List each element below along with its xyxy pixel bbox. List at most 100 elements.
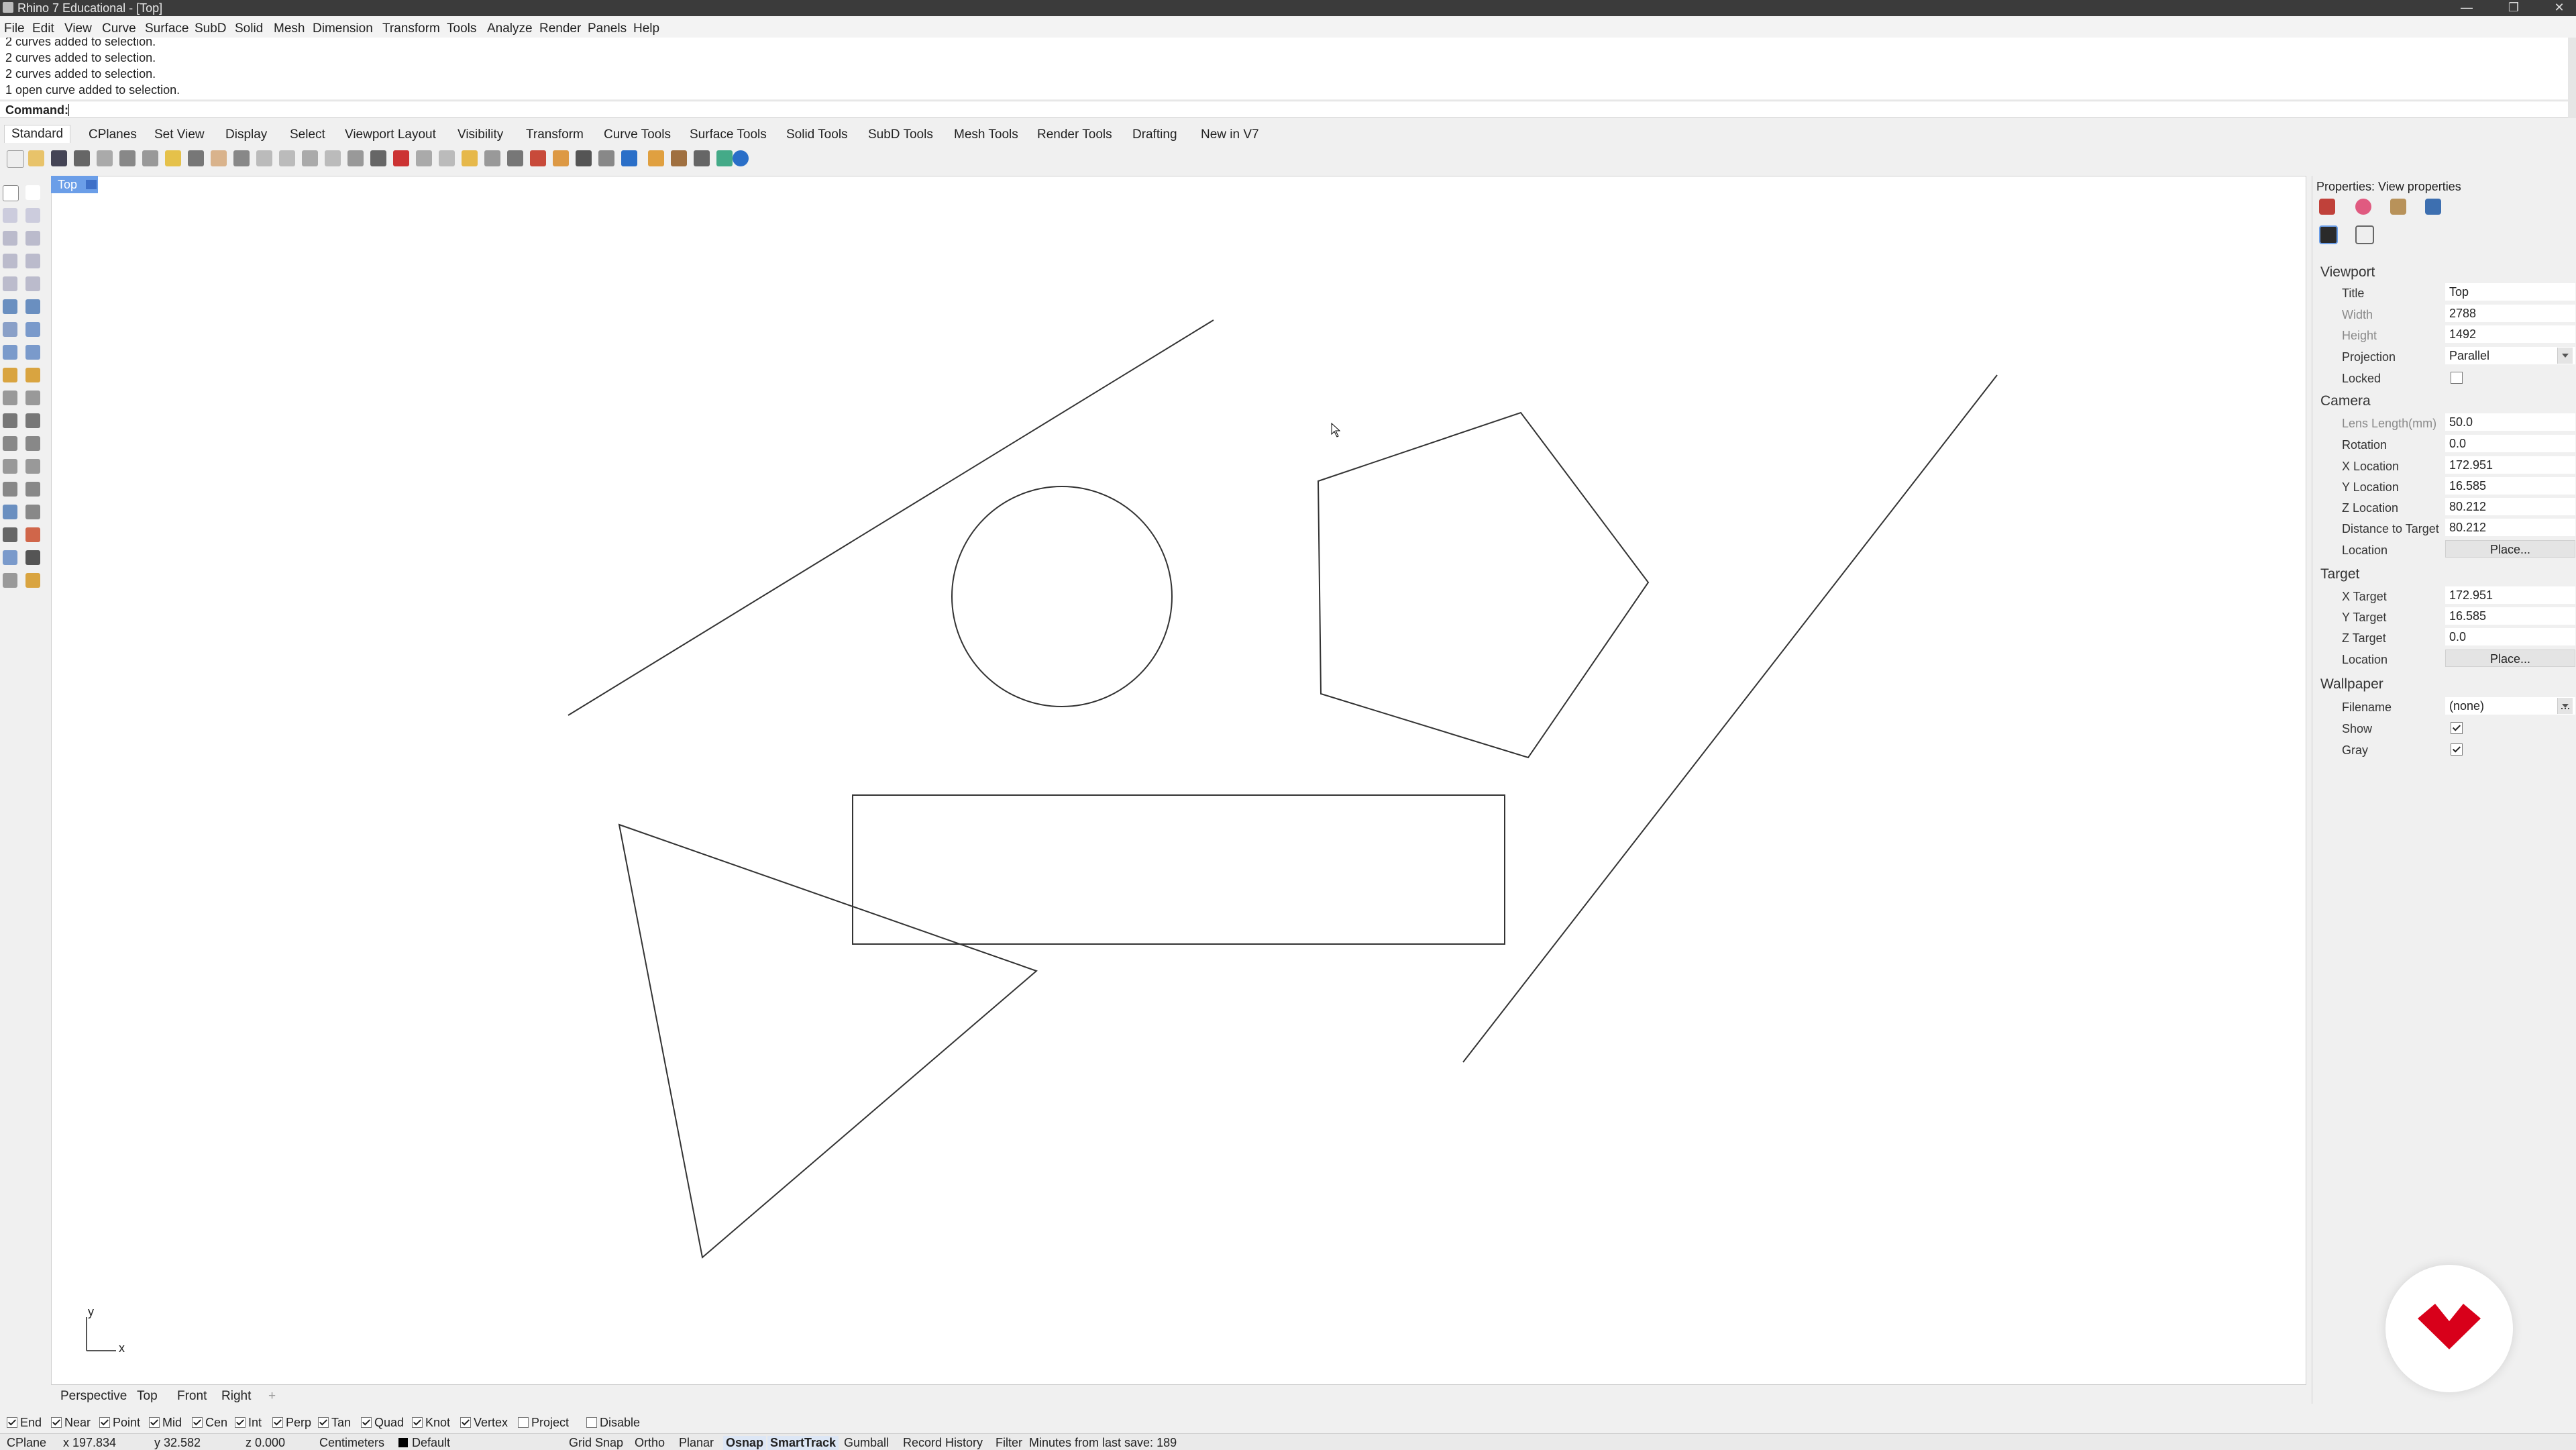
osnap-checkbox[interactable]	[192, 1417, 203, 1428]
diagonal-line-right[interactable]	[1462, 374, 1998, 1063]
browse-button[interactable]: ...	[2557, 698, 2573, 714]
menu-view[interactable]: View	[64, 21, 92, 36]
gray-checkbox[interactable]	[2451, 743, 2463, 756]
history-scrollbar[interactable]	[2568, 38, 2576, 118]
triangle-curve[interactable]	[618, 823, 1038, 1259]
menu-panels[interactable]: Panels	[588, 21, 627, 36]
menu-edit[interactable]: Edit	[32, 21, 54, 36]
light-icon[interactable]	[3, 368, 17, 382]
measure-icon[interactable]	[25, 527, 40, 542]
gumball-toggle[interactable]: Gumball	[844, 1436, 889, 1450]
menu-transform[interactable]: Transform	[382, 21, 440, 36]
osnap-vertex[interactable]: Vertex	[460, 1416, 508, 1430]
tab-standard[interactable]: Standard	[4, 125, 71, 143]
osnap-checkbox[interactable]	[51, 1417, 62, 1428]
target-place-button[interactable]: Place...	[2445, 650, 2575, 667]
text-icon[interactable]	[25, 391, 40, 405]
x-location-field[interactable]: 172.951	[2445, 456, 2575, 474]
pentagon-curve[interactable]	[1317, 411, 1650, 759]
osnap-knot[interactable]: Knot	[412, 1416, 450, 1430]
viewport-props-icon[interactable]	[2355, 225, 2374, 244]
osnap-mid[interactable]: Mid	[149, 1416, 182, 1430]
osnap-checkbox[interactable]	[272, 1417, 283, 1428]
tab-surface-tools[interactable]: Surface Tools	[690, 127, 767, 142]
osnap-end[interactable]: End	[7, 1416, 42, 1430]
tab-cplanes[interactable]: CPlanes	[89, 127, 137, 142]
subd-icon[interactable]	[25, 345, 40, 360]
dimension-icon[interactable]	[3, 391, 17, 405]
status-cplane[interactable]: CPlane	[7, 1436, 46, 1450]
mesh-icon[interactable]	[3, 345, 17, 360]
circle-curve[interactable]	[951, 486, 1173, 707]
x-target-field[interactable]: 172.951	[2445, 586, 2575, 604]
tab-right[interactable]: Right	[221, 1389, 251, 1404]
osnap-int[interactable]: Int	[235, 1416, 262, 1430]
zoom-selected-icon[interactable]	[325, 150, 341, 166]
osnap-quad[interactable]: Quad	[361, 1416, 404, 1430]
add-tab-icon[interactable]: +	[268, 1389, 276, 1404]
tab-select[interactable]: Select	[290, 127, 325, 142]
layout-icon[interactable]	[25, 505, 40, 519]
osnap-checkbox[interactable]	[235, 1417, 246, 1428]
copy-tool-icon[interactable]	[25, 413, 40, 428]
record-history-toggle[interactable]: Record History	[903, 1436, 983, 1450]
title-field[interactable]: Top	[2445, 283, 2575, 301]
tab-perspective[interactable]: Perspective	[60, 1389, 127, 1404]
new-file-icon[interactable]	[7, 150, 24, 168]
camera-place-button[interactable]: Place...	[2445, 540, 2575, 558]
solid-box-icon[interactable]	[3, 322, 17, 337]
projection-select[interactable]: Parallel	[2445, 347, 2575, 364]
osnap-toggle[interactable]: Osnap	[723, 1436, 767, 1450]
paste-icon[interactable]	[165, 150, 181, 166]
lock-icon[interactable]	[462, 150, 478, 166]
ortho-toggle[interactable]: Ortho	[635, 1436, 665, 1450]
print-icon[interactable]	[74, 150, 90, 166]
menu-dimension[interactable]: Dimension	[313, 21, 373, 36]
show-checkbox[interactable]	[2451, 722, 2463, 734]
osnap-project[interactable]: Project	[518, 1416, 569, 1430]
viewport-title-tab[interactable]: Top	[51, 176, 98, 193]
rotation-field[interactable]: 0.0	[2445, 435, 2575, 452]
move-icon[interactable]	[3, 413, 17, 428]
viewport-canvas[interactable]	[52, 176, 2306, 1384]
osnap-checkbox[interactable]	[518, 1417, 529, 1428]
osnap-checkbox[interactable]	[318, 1417, 329, 1428]
zoom-icon[interactable]	[256, 150, 272, 166]
group-icon[interactable]	[3, 482, 17, 497]
select-arrow-icon[interactable]	[3, 185, 19, 201]
command-line[interactable]: Command:	[0, 101, 2568, 118]
tab-top[interactable]: Top	[137, 1389, 158, 1404]
tab-new-in-v7[interactable]: New in V7	[1201, 127, 1259, 142]
chevron-down-icon[interactable]	[2557, 348, 2573, 364]
material-icon[interactable]	[2355, 199, 2371, 215]
tab-render-tools[interactable]: Render Tools	[1037, 127, 1112, 142]
cut-icon[interactable]	[119, 150, 136, 166]
help-icon[interactable]	[733, 150, 749, 166]
menu-analyze[interactable]: Analyze	[487, 21, 533, 36]
render-tool-icon[interactable]	[25, 368, 40, 382]
decal-icon[interactable]	[2425, 199, 2441, 215]
y-location-field[interactable]: 16.585	[2445, 477, 2575, 495]
y-target-field[interactable]: 16.585	[2445, 607, 2575, 625]
array-icon[interactable]	[25, 482, 40, 497]
osnap-tan[interactable]: Tan	[318, 1416, 351, 1430]
z-location-field[interactable]: 80.212	[2445, 498, 2575, 515]
restore-icon[interactable]: ❐	[2490, 0, 2537, 16]
plugin-icon[interactable]	[25, 573, 40, 588]
object-properties-icon[interactable]	[2319, 199, 2335, 215]
diagonal-line-left[interactable]	[568, 319, 1214, 716]
circle-icon[interactable]	[3, 231, 17, 246]
menu-solid[interactable]: Solid	[235, 21, 263, 36]
tab-front[interactable]: Front	[177, 1389, 207, 1404]
rectangle-curve[interactable]	[852, 794, 1505, 945]
polygon-icon[interactable]	[3, 254, 17, 268]
point-icon[interactable]	[25, 185, 40, 200]
menu-curve[interactable]: Curve	[102, 21, 136, 36]
tab-mesh-tools[interactable]: Mesh Tools	[954, 127, 1018, 142]
undo-view-icon[interactable]	[347, 150, 364, 166]
status-layer[interactable]: Default	[412, 1436, 450, 1450]
settings-gear-icon[interactable]	[671, 150, 687, 166]
open-folder-icon[interactable]	[28, 150, 44, 166]
freeform-icon[interactable]	[25, 276, 40, 291]
grid-snap-toggle[interactable]: Grid Snap	[569, 1436, 623, 1450]
